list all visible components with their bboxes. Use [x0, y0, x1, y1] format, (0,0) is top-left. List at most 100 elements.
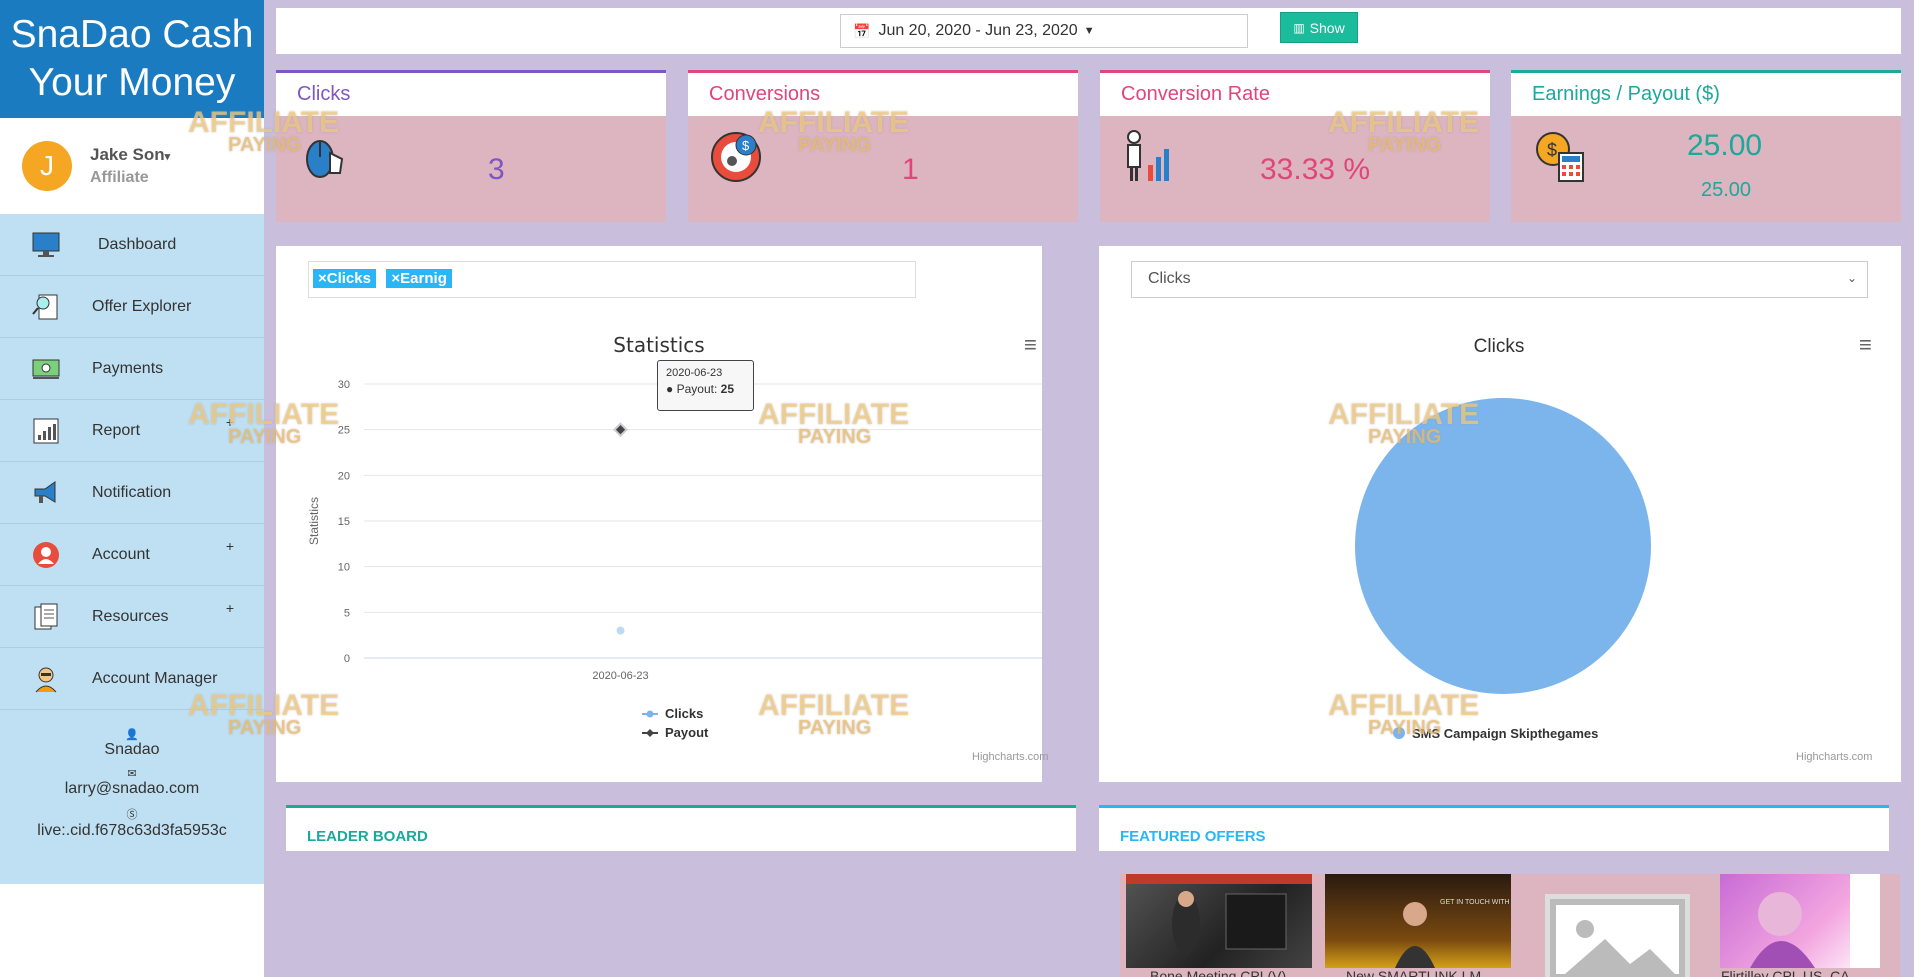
- offer-title[interactable]: Bone Meeting CPL(V): [1150, 968, 1310, 977]
- sidebar-item-account[interactable]: Account +: [0, 524, 264, 586]
- sidebar-item-label: Account: [92, 545, 150, 563]
- manager-email[interactable]: larry@snadao.com: [0, 780, 264, 798]
- expand-plus-icon[interactable]: +: [226, 600, 234, 616]
- statistics-line-chart: Statistics 0 5 10 15 20 25 30 Statistics 2020-06-…: [307, 333, 1042, 740]
- leader-board-title: LEADER BOARD: [307, 828, 428, 845]
- sidebar-item-label: Dashboard: [98, 235, 177, 253]
- card-title: Conversion Rate: [1100, 73, 1490, 116]
- search-document-icon: [30, 291, 62, 323]
- chart-tooltip: 2020-06-23 ● Payout: 25: [657, 360, 754, 411]
- card-title: Clicks: [276, 73, 666, 116]
- manager-name: Snadao: [104, 741, 160, 758]
- data-point-payout: [613, 422, 628, 438]
- offer-title[interactable]: New SMARTLINK LM: [1346, 968, 1506, 977]
- legend-item-clicks: Clicks: [665, 706, 703, 721]
- legend-dot-icon: ●: [666, 382, 674, 396]
- sidebar-item-label: Offer Explorer: [92, 297, 192, 315]
- presenter-chart-icon: [1120, 129, 1176, 185]
- card-value: 33.33 %: [1260, 153, 1371, 186]
- tooltip-date: 2020-06-23: [666, 367, 723, 379]
- card-value: 25.00: [1687, 129, 1763, 162]
- legend-marker: [646, 710, 654, 718]
- brand-line2: Your Money: [28, 61, 236, 104]
- user-box: J Jake Son▾ Affiliate: [0, 118, 264, 214]
- featured-offers-list: Bone Meeting CPL(V) GET IN TOUCH WITH LO…: [1120, 874, 1900, 977]
- sidebar-item-account-manager[interactable]: Account Manager: [0, 648, 264, 710]
- expand-plus-icon[interactable]: +: [226, 538, 234, 554]
- sidebar-item-label: Account Manager: [92, 669, 218, 687]
- account-icon: [30, 539, 62, 571]
- manager-skype[interactable]: live:.cid.f678c63d3fa5953c: [0, 822, 264, 840]
- sidebar-item-payments[interactable]: Payments: [0, 338, 264, 400]
- sidebar: SnaDao Cash Your Money J Jake Son▾ Affili…: [0, 0, 264, 977]
- sidebar-item-label: Payments: [92, 359, 164, 377]
- earnings-card: Earnings / Payout ($) $ 25.00 25.00: [1511, 70, 1901, 222]
- offer-thumbnail[interactable]: [1720, 874, 1880, 968]
- y-tick-label: 10: [338, 562, 350, 574]
- legend-item-payout: Payout: [665, 725, 709, 740]
- conversions-card: Conversions $ 1: [688, 70, 1078, 222]
- card-title: Conversions: [688, 73, 1078, 116]
- y-axis-label: Statistics: [307, 497, 321, 545]
- card-value: 1: [902, 153, 919, 186]
- sidebar-item-dashboard[interactable]: Dashboard: [0, 214, 264, 276]
- clicks-pie-chart: Clicks SMS Campaign Skipthegames: [1355, 336, 1651, 741]
- brand-logo[interactable]: SnaDao Cash Your Money: [0, 0, 264, 118]
- offer-thumbnail[interactable]: [1126, 874, 1312, 968]
- brand-line1: SnaDao Cash: [10, 13, 254, 56]
- y-tick-label: 0: [344, 653, 350, 665]
- avatar: J: [22, 141, 72, 191]
- user-menu-toggle[interactable]: Jake Son▾: [90, 145, 170, 165]
- top-toolbar: 📅 Jun 20, 2020 - Jun 23, 2020 ▼ ▥ Show: [276, 8, 1901, 54]
- user-role: Affiliate: [90, 169, 149, 186]
- y-tick-label: 5: [344, 607, 350, 619]
- sidebar-item-report[interactable]: Report +: [0, 400, 264, 462]
- highcharts-credits[interactable]: Highcharts.com: [1796, 751, 1872, 763]
- mouse-click-icon: [296, 129, 352, 185]
- sidebar-item-resources[interactable]: Resources +: [0, 586, 264, 648]
- svg-text:$: $: [1547, 140, 1557, 160]
- chart-menu-icon[interactable]: ≡: [1859, 332, 1872, 358]
- y-tick-label: 15: [338, 516, 350, 528]
- clicks-card: Clicks 3: [276, 70, 666, 222]
- report-chart-icon: [30, 415, 62, 447]
- legend-item: SMS Campaign Skipthegames: [1412, 726, 1598, 741]
- conversion-rate-card: Conversion Rate 33.33 %: [1100, 70, 1490, 222]
- card-value: 3: [488, 153, 505, 186]
- tooltip-series: Payout:: [676, 382, 718, 396]
- sidebar-item-label: Resources: [92, 607, 169, 625]
- sidebar-item-label: Notification: [92, 483, 172, 501]
- highcharts-credits[interactable]: Highcharts.com: [972, 751, 1048, 763]
- sidebar-item-label: Report: [92, 421, 141, 439]
- documents-icon: [30, 601, 62, 633]
- card-title: Earnings / Payout ($): [1511, 73, 1901, 116]
- sidebar-item-offer-explorer[interactable]: Offer Explorer: [0, 276, 264, 338]
- y-tick-label: 25: [338, 425, 350, 437]
- placeholder-image-icon[interactable]: [1545, 894, 1690, 977]
- featured-offers-title: FEATURED OFFERS: [1120, 828, 1266, 845]
- offer-title[interactable]: Flirtilley CPL US, CA: [1721, 968, 1871, 977]
- chart-title: Statistics: [613, 333, 704, 357]
- show-button-label: Show: [1309, 19, 1345, 36]
- chart-menu-icon[interactable]: ≡: [1024, 332, 1037, 358]
- card-value-secondary: 25.00: [1701, 179, 1752, 201]
- caret-down-icon: ▾: [164, 151, 171, 163]
- y-tick-label: 20: [338, 470, 350, 482]
- leader-board-panel: LEADER BOARD: [286, 805, 1076, 851]
- legend-marker: [1393, 727, 1405, 739]
- expand-plus-icon[interactable]: +: [226, 414, 234, 430]
- bar-chart-icon: ▥: [1293, 20, 1305, 35]
- statistics-panel: ×Clicks ×Earnig Statistics 0 5 10 15 20 25 30 St…: [276, 246, 1048, 782]
- date-range-picker[interactable]: 📅 Jun 20, 2020 - Jun 23, 2020 ▼: [840, 14, 1248, 48]
- date-range-value: Jun 20, 2020 - Jun 23, 2020: [878, 22, 1078, 39]
- show-button[interactable]: ▥ Show: [1280, 12, 1358, 43]
- megaphone-icon: [30, 477, 62, 509]
- legend-marker: [646, 729, 654, 737]
- manager-icon: [30, 663, 62, 695]
- offer-thumbnail[interactable]: GET IN TOUCH WITH LOCAL: [1325, 874, 1535, 968]
- data-point-clicks: [616, 626, 625, 635]
- conversion-icon: $: [708, 129, 764, 185]
- svg-text:GET IN TOUCH WITH LOCAL: GET IN TOUCH WITH LOCAL: [1440, 899, 1511, 906]
- caret-down-icon: ▼: [1083, 25, 1095, 37]
- sidebar-item-notification[interactable]: Notification: [0, 462, 264, 524]
